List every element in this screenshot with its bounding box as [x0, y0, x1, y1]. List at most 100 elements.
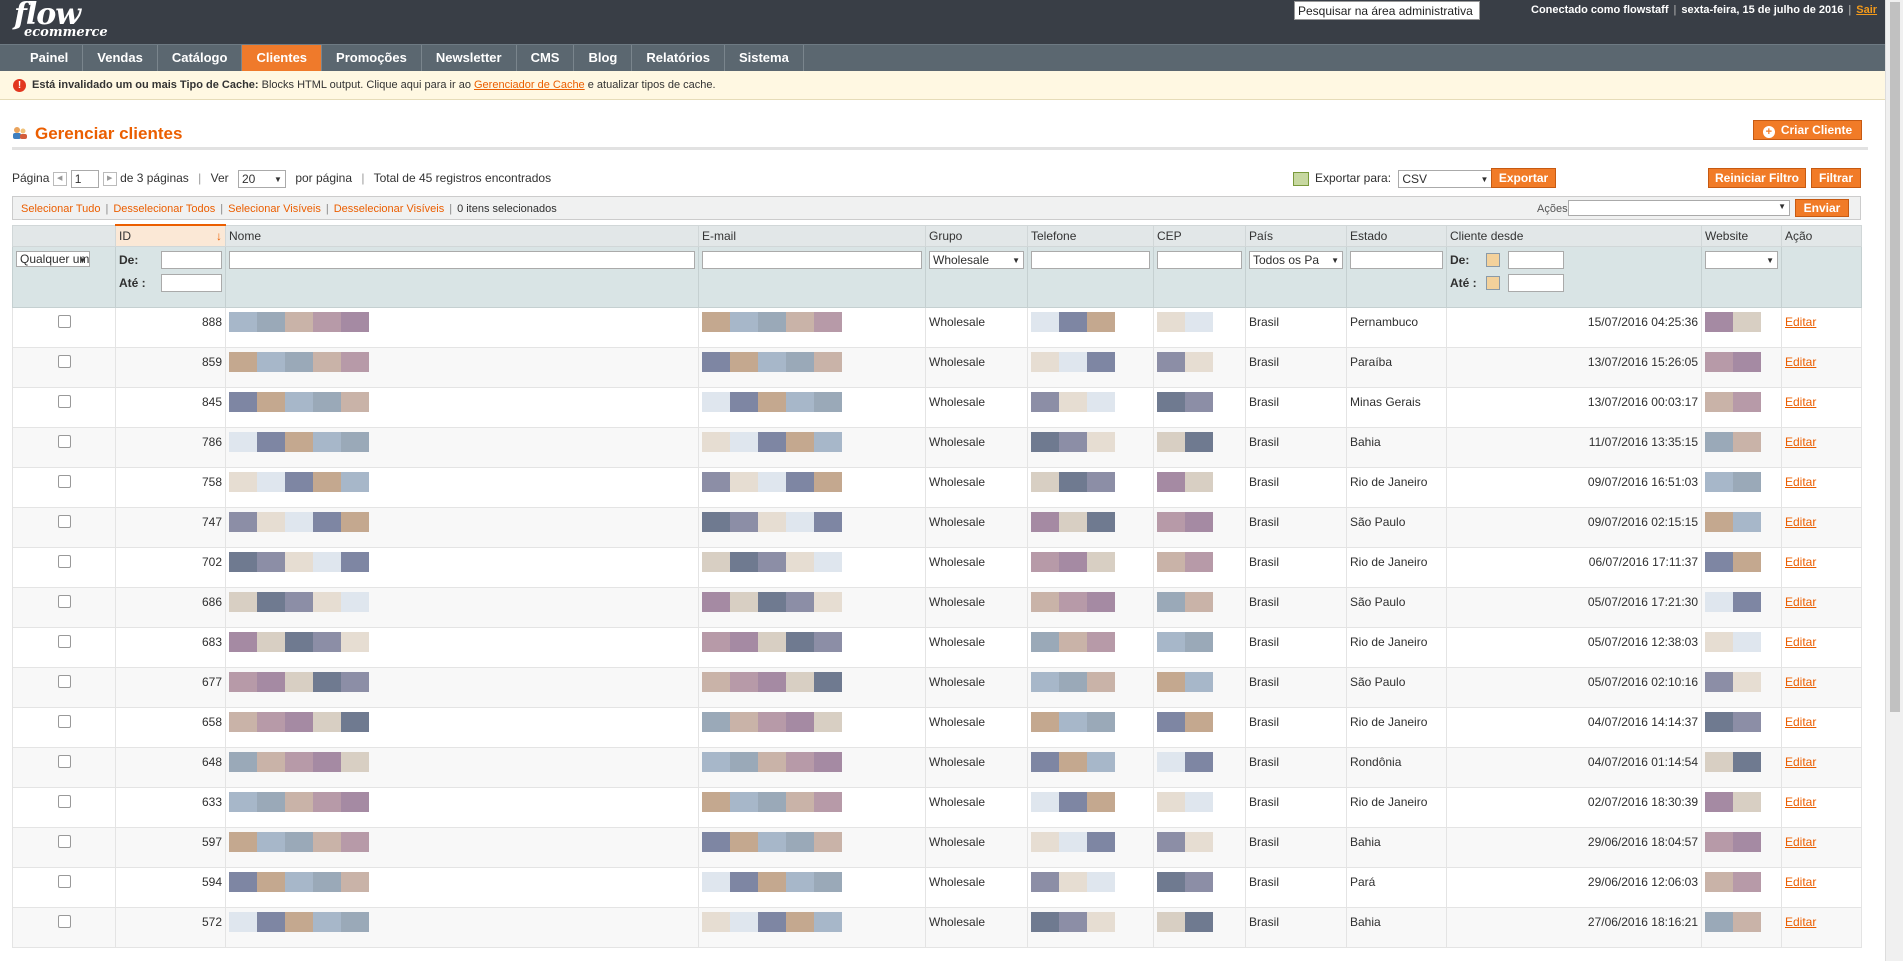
actions-select[interactable]: ▼ — [1568, 200, 1790, 216]
unselect-visible-link[interactable]: Desselecionar Visíveis — [334, 203, 444, 215]
logout-link[interactable]: Sair — [1856, 4, 1877, 16]
cep-filter-input[interactable] — [1157, 251, 1242, 269]
edit-link[interactable]: Editar — [1785, 515, 1816, 529]
edit-link[interactable]: Editar — [1785, 835, 1816, 849]
row-checkbox[interactable] — [57, 835, 71, 848]
edit-link[interactable]: Editar — [1785, 755, 1816, 769]
table-row[interactable]: 594 Wholesale Brasil Pará 29/06/2016 12:06:0… — [12, 867, 1862, 908]
table-row[interactable]: 747 Wholesale Brasil São Paulo 09/07/2016 02… — [12, 507, 1862, 548]
scrollbar-thumb[interactable] — [1890, 2, 1900, 712]
nav-item-promocoes[interactable]: Promoções — [322, 45, 422, 71]
row-checkbox[interactable] — [57, 515, 71, 528]
nav-item-blog[interactable]: Blog — [574, 45, 633, 71]
logo[interactable]: flow ecommerce — [14, 0, 108, 39]
since-to-input[interactable] — [1508, 274, 1564, 292]
group-filter-select[interactable]: Wholesale ▼ — [929, 251, 1024, 269]
create-customer-button[interactable]: + Criar Cliente — [1753, 120, 1862, 140]
column-header-name[interactable]: Nome — [225, 224, 699, 247]
column-header-group[interactable]: Grupo — [925, 224, 1028, 247]
calendar-icon[interactable] — [1486, 253, 1500, 267]
nav-item-painel[interactable]: Painel — [16, 45, 84, 71]
edit-link[interactable]: Editar — [1785, 395, 1816, 409]
row-checkbox[interactable] — [57, 875, 71, 888]
table-row[interactable]: 648 Wholesale Brasil Rondônia 04/07/2016 01:… — [12, 747, 1862, 788]
select-all-link[interactable]: Selecionar Tudo — [21, 203, 101, 215]
next-page-icon[interactable]: ▶ — [102, 172, 117, 186]
nav-item-sistema[interactable]: Sistema — [725, 45, 804, 71]
table-row[interactable]: 658 Wholesale Brasil Rio de Janeiro 04/07/20… — [12, 707, 1862, 748]
per-page-select[interactable]: 20 ▼ — [237, 170, 286, 188]
state-filter-input[interactable] — [1350, 251, 1443, 269]
table-row[interactable]: 683 Wholesale Brasil Rio de Janeiro 05/07/20… — [12, 627, 1862, 668]
edit-link[interactable]: Editar — [1785, 635, 1816, 649]
website-filter-select[interactable]: ▼ — [1705, 251, 1778, 269]
global-search-input[interactable] — [1294, 1, 1480, 20]
id-from-input[interactable] — [161, 251, 222, 269]
calendar-icon[interactable] — [1486, 276, 1500, 290]
row-checkbox[interactable] — [57, 795, 71, 808]
select-visible-link[interactable]: Selecionar Visíveis — [228, 203, 321, 215]
edit-link[interactable]: Editar — [1785, 475, 1816, 489]
row-checkbox[interactable] — [57, 355, 71, 368]
table-row[interactable]: 633 Wholesale Brasil Rio de Janeiro 02/07/20… — [12, 787, 1862, 828]
edit-link[interactable]: Editar — [1785, 675, 1816, 689]
table-row[interactable]: 677 Wholesale Brasil São Paulo 05/07/2016 02… — [12, 667, 1862, 708]
column-header-select[interactable] — [12, 224, 116, 247]
row-checkbox[interactable] — [57, 595, 71, 608]
column-header-id[interactable]: ID ↓ — [115, 224, 226, 247]
column-header-country[interactable]: País — [1245, 224, 1347, 247]
email-filter-input[interactable] — [702, 251, 922, 269]
table-row[interactable]: 597 Wholesale Brasil Bahia 29/06/2016 18:04:… — [12, 827, 1862, 868]
table-row[interactable]: 758 Wholesale Brasil Rio de Janeiro 09/07/20… — [12, 467, 1862, 508]
table-row[interactable]: 686 Wholesale Brasil São Paulo 05/07/2016 17… — [12, 587, 1862, 628]
row-checkbox[interactable] — [57, 635, 71, 648]
table-row[interactable]: 786 Wholesale Brasil Bahia 11/07/2016 13:35:… — [12, 427, 1862, 468]
column-header-phone[interactable]: Telefone — [1027, 224, 1154, 247]
edit-link[interactable]: Editar — [1785, 315, 1816, 329]
cache-manager-link[interactable]: Gerenciador de Cache — [474, 79, 585, 91]
table-row[interactable]: 845 Wholesale Brasil Minas Gerais 13/07/2016… — [12, 387, 1862, 428]
table-row[interactable]: 572 Wholesale Brasil Bahia 27/06/2016 18:16:… — [12, 907, 1862, 948]
row-checkbox[interactable] — [57, 395, 71, 408]
table-row[interactable]: 888 Wholesale Brasil Pernambuco 15/07/2016 0… — [12, 307, 1862, 348]
unselect-all-link[interactable]: Desselecionar Todos — [113, 203, 215, 215]
page-input[interactable]: 1 — [70, 170, 99, 188]
row-checkbox[interactable] — [57, 675, 71, 688]
nav-item-cms[interactable]: CMS — [517, 45, 575, 71]
row-checkbox[interactable] — [57, 315, 71, 328]
any-select[interactable]: Qualquer um ▼ — [16, 251, 91, 267]
edit-link[interactable]: Editar — [1785, 555, 1816, 569]
table-row[interactable]: 702 Wholesale Brasil Rio de Janeiro 06/07/20… — [12, 547, 1862, 588]
nav-item-catalogo[interactable]: Catálogo — [158, 45, 243, 71]
edit-link[interactable]: Editar — [1785, 715, 1816, 729]
row-checkbox[interactable] — [57, 475, 71, 488]
page-scrollbar[interactable] — [1885, 0, 1903, 961]
column-header-state[interactable]: Estado — [1346, 224, 1447, 247]
reset-filter-button[interactable]: Reiniciar Filtro — [1708, 168, 1806, 188]
country-filter-select[interactable]: Todos os Pa ▼ — [1249, 251, 1343, 269]
column-header-website[interactable]: Website — [1701, 224, 1782, 247]
nav-item-vendas[interactable]: Vendas — [83, 45, 158, 71]
nav-item-clientes[interactable]: Clientes — [242, 45, 323, 71]
edit-link[interactable]: Editar — [1785, 355, 1816, 369]
row-checkbox[interactable] — [57, 555, 71, 568]
row-checkbox[interactable] — [57, 755, 71, 768]
name-filter-input[interactable] — [229, 251, 695, 269]
since-from-input[interactable] — [1508, 251, 1564, 269]
export-button[interactable]: Exportar — [1491, 168, 1556, 188]
column-header-email[interactable]: E-mail — [698, 224, 926, 247]
column-header-customer-since[interactable]: Cliente desde — [1446, 224, 1702, 247]
phone-filter-input[interactable] — [1031, 251, 1150, 269]
row-checkbox[interactable] — [57, 715, 71, 728]
edit-link[interactable]: Editar — [1785, 795, 1816, 809]
export-format-select[interactable]: CSV ▼ — [1398, 170, 1493, 188]
id-to-input[interactable] — [161, 274, 222, 292]
column-header-cep[interactable]: CEP — [1153, 224, 1246, 247]
filter-button[interactable]: Filtrar — [1811, 168, 1861, 188]
prev-page-icon[interactable]: ◀ — [52, 172, 67, 186]
nav-item-relatorios[interactable]: Relatórios — [632, 45, 725, 71]
edit-link[interactable]: Editar — [1785, 875, 1816, 889]
send-button[interactable]: Enviar — [1795, 199, 1849, 217]
row-checkbox[interactable] — [57, 915, 71, 928]
edit-link[interactable]: Editar — [1785, 595, 1816, 609]
